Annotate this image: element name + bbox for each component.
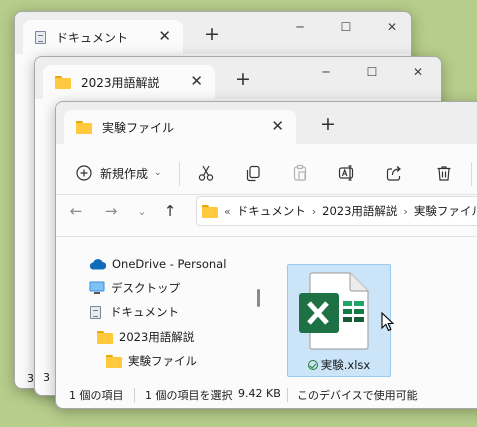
status-fragment: 3 (43, 371, 50, 384)
overflow-crumb[interactable]: « (224, 205, 231, 218)
toolbar-separator (179, 162, 180, 186)
tree-item-label: 2023用語解説 (119, 330, 195, 344)
paste-button[interactable] (286, 160, 314, 186)
delete-icon (437, 166, 451, 181)
breadcrumb-chevron-icon: › (311, 204, 317, 218)
tree-item-label: OneDrive - Personal (112, 257, 227, 271)
tab-label: 2023用語解説 (81, 75, 160, 90)
folder-icon (55, 75, 71, 89)
desktop-icon (89, 281, 105, 295)
tab-label: 実験ファイル (102, 120, 175, 135)
synced-icon (307, 360, 318, 370)
forward-arrow-icon[interactable]: → (102, 202, 120, 220)
tab-glossary[interactable]: 2023用語解説 ✕ (43, 65, 215, 99)
new-tab-icon[interactable]: + (235, 69, 251, 89)
maximize-icon[interactable]: ☐ (349, 61, 395, 83)
divider (56, 194, 477, 195)
rename-button[interactable] (333, 160, 361, 186)
tab-documents[interactable]: ドキュメント ✕ (23, 20, 183, 54)
status-availability: このデバイスで使用可能 (297, 389, 418, 402)
maximize-icon[interactable]: ☐ (323, 16, 369, 38)
share-button[interactable] (380, 160, 408, 186)
share-icon (386, 166, 401, 181)
tree-item-label: 実験ファイル (128, 354, 197, 368)
close-tab-icon[interactable]: ✕ (271, 118, 284, 134)
tab-label: ドキュメント (56, 30, 129, 45)
breadcrumb-glossary[interactable]: 2023用語解説 (322, 203, 397, 219)
close-window-icon[interactable]: ✕ (369, 16, 411, 38)
divider (56, 236, 477, 237)
file-name-row: 実験.xlsx (288, 357, 390, 373)
file-item[interactable]: 実験.xlsx (287, 264, 391, 377)
close-tab-icon[interactable]: ✕ (158, 28, 171, 44)
tree-item-desktop[interactable]: デスクトップ (89, 280, 180, 296)
rename-icon (338, 165, 354, 181)
paste-icon (293, 164, 307, 181)
recent-chevron-icon[interactable]: ⌄ (133, 205, 151, 218)
breadcrumb-chevron-icon: › (403, 204, 408, 218)
excel-file-icon (299, 272, 369, 350)
toolbar-separator (471, 162, 472, 186)
new-tab-icon[interactable]: + (204, 24, 220, 44)
folder-icon (76, 120, 92, 134)
folder-icon (97, 330, 113, 344)
folder-icon (202, 204, 218, 218)
document-icon (35, 30, 46, 44)
status-fragment: 3 (27, 372, 34, 385)
cut-icon (198, 165, 214, 181)
status-selected: 1 個の項目を選択 (145, 389, 233, 402)
cut-button[interactable] (192, 160, 220, 186)
status-size: 9.42 KB (238, 387, 281, 400)
copy-icon (246, 165, 260, 182)
new-tab-icon[interactable]: + (320, 114, 336, 134)
folder-icon (106, 354, 122, 368)
status-item-count: 1 個の項目 (69, 389, 124, 402)
tree-item-label: デスクトップ (111, 281, 180, 295)
minimize-icon[interactable]: ─ (303, 61, 349, 83)
new-button[interactable]: 新規作成 ⌄ (76, 157, 162, 189)
tree-item-glossary[interactable]: 2023用語解説 (97, 329, 194, 345)
mouse-cursor-icon (381, 312, 395, 332)
up-arrow-icon[interactable]: ↑ (161, 202, 179, 220)
document-icon (90, 305, 101, 319)
tree-item-documents[interactable]: ドキュメント (90, 304, 179, 320)
new-button-label: 新規作成 (100, 166, 149, 181)
status-separator (287, 388, 288, 402)
file-name: 実験.xlsx (320, 358, 371, 372)
plus-circle-icon (76, 165, 92, 181)
delete-button[interactable] (430, 160, 458, 186)
copy-button[interactable] (239, 160, 267, 186)
tree-item-experiment-files[interactable]: 実験ファイル (106, 353, 197, 369)
minimize-icon[interactable]: ─ (277, 16, 323, 38)
back-arrow-icon[interactable]: ← (67, 202, 85, 220)
address-bar[interactable]: « ドキュメント › 2023用語解説 › 実験ファイル (196, 196, 477, 226)
tab-experiment-files[interactable]: 実験ファイル ✕ (64, 110, 296, 144)
breadcrumb-experiment-files[interactable]: 実験ファイル (414, 203, 477, 219)
close-tab-icon[interactable]: ✕ (190, 73, 203, 89)
close-window-icon[interactable]: ✕ (395, 61, 441, 83)
breadcrumb-documents[interactable]: ドキュメント (237, 203, 306, 219)
window-experiment-files[interactable]: 実験ファイル ✕ + 新規作成 ⌄ ← → ⌄ ↑ « ドキュメント › 202… (55, 101, 477, 409)
chevron-down-icon: ⌄ (154, 168, 162, 178)
cloud-icon (89, 258, 106, 270)
tree-item-onedrive[interactable]: OneDrive - Personal (89, 257, 226, 271)
tree-item-label: ドキュメント (110, 305, 179, 319)
status-separator (134, 388, 135, 402)
navigation-scrollbar[interactable] (257, 289, 260, 307)
